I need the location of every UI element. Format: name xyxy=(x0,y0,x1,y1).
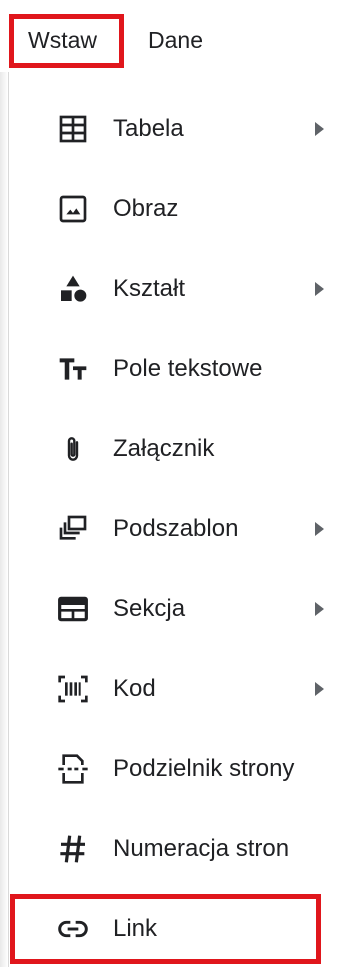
shapes-icon xyxy=(53,269,93,309)
menu-item-obraz[interactable]: Obraz xyxy=(17,169,342,249)
insert-menu-dropdown: Tabela Obraz Kształt Pole tekstowe Załąc… xyxy=(8,72,342,967)
image-icon xyxy=(53,189,93,229)
subtemplate-icon xyxy=(53,509,93,549)
menu-shadow xyxy=(0,72,8,967)
menu-item-label: Podszablon xyxy=(113,515,239,542)
menu-item-label: Numeracja stron xyxy=(113,835,290,862)
section-icon xyxy=(53,589,93,629)
hash-icon xyxy=(53,829,93,869)
menu-item-zalacznik[interactable]: Załącznik xyxy=(17,409,342,489)
chevron-right-icon xyxy=(315,282,324,296)
chevron-right-icon xyxy=(315,122,324,136)
menu-item-podszablon[interactable]: Podszablon xyxy=(17,489,342,569)
menu-item-label: Tabela xyxy=(113,115,184,142)
menu-item-tabela[interactable]: Tabela xyxy=(17,89,342,169)
menu-tab-wstaw[interactable]: Wstaw xyxy=(9,14,124,68)
chevron-right-icon xyxy=(315,522,324,536)
table-icon xyxy=(53,109,93,149)
menubar: Wstaw Dane xyxy=(0,0,342,72)
text-field-icon xyxy=(53,349,93,389)
attachment-icon xyxy=(53,429,93,469)
menu-item-label: Kod xyxy=(113,675,156,702)
barcode-icon xyxy=(53,669,93,709)
menu-item-ksztalt[interactable]: Kształt xyxy=(17,249,342,329)
page-break-icon xyxy=(53,749,93,789)
menu-item-label: Załącznik xyxy=(113,435,215,462)
menu-item-podzielnik-strony[interactable]: Podzielnik strony xyxy=(17,729,342,809)
menu-item-numeracja-stron[interactable]: Numeracja stron xyxy=(17,809,342,889)
menu-item-pole-tekstowe[interactable]: Pole tekstowe xyxy=(17,329,342,409)
menu-item-label: Podzielnik strony xyxy=(113,755,295,782)
menu-item-kod[interactable]: Kod xyxy=(17,649,342,729)
menu-item-label: Link xyxy=(113,915,158,942)
menu-item-sekcja[interactable]: Sekcja xyxy=(17,569,342,649)
menu-item-label: Obraz xyxy=(113,195,179,222)
chevron-right-icon xyxy=(315,682,324,696)
menu-item-link[interactable]: Link xyxy=(17,889,342,969)
link-icon xyxy=(53,909,93,949)
menu-item-label: Pole tekstowe xyxy=(113,355,263,382)
menu-tab-dane[interactable]: Dane xyxy=(148,14,203,66)
menu-item-label: Sekcja xyxy=(113,595,186,622)
chevron-right-icon xyxy=(315,602,324,616)
menu-item-label: Kształt xyxy=(113,275,186,302)
